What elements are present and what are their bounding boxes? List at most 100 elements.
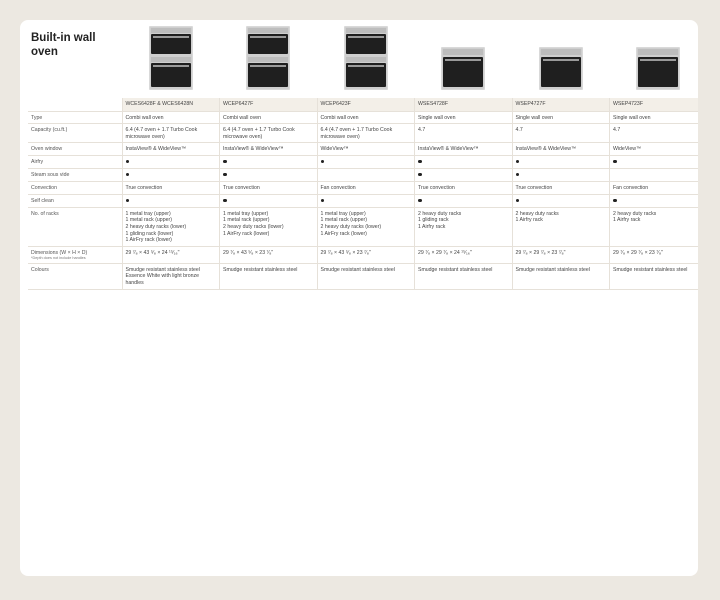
spec-cell xyxy=(511,155,610,169)
combi-oven-image xyxy=(343,26,388,90)
spec-cell xyxy=(121,155,220,169)
spec-cell: InstaView® & WideView™ xyxy=(414,142,512,156)
feature-dot-icon xyxy=(320,159,324,164)
spec-row: Self clean xyxy=(28,194,698,208)
spec-label: Convection xyxy=(28,181,122,195)
feature-dot-icon xyxy=(418,159,422,164)
spec-value: 6.4 (4.7 oven + 1.7 Turbo Cook xyxy=(125,127,198,134)
spec-label-text: Oven window xyxy=(31,146,63,153)
model-row: WCES6428F & WCES6428N WCEP6427F WCEP6423F W… xyxy=(28,98,698,112)
spec-value: Fan convection xyxy=(613,185,649,192)
spec-label: Self clean xyxy=(28,194,122,208)
spec-cell: 29 ⁷⁄₈ × 29 ⁷⁄₈ × 23 ⁷⁄₈" xyxy=(609,246,698,264)
spec-value: True convection xyxy=(223,185,260,192)
spec-value: 2 heavy duty racks xyxy=(515,210,559,217)
feature-dot-icon xyxy=(125,172,129,177)
feature-dot-icon xyxy=(418,172,422,177)
spec-cell: 1 metal tray (upper) 1 metal rack (upper)… xyxy=(121,207,220,247)
spec-value: Smudge resistant stainless steel xyxy=(125,266,200,273)
spec-cell: WideView™ xyxy=(316,142,415,156)
spec-cell xyxy=(609,155,698,169)
spec-value: 1 metal rack (upper) xyxy=(223,217,270,224)
spec-value: 1 Airfry rack xyxy=(515,217,543,224)
feature-dot-icon xyxy=(223,198,227,203)
spec-value: 1 AirFry rack (lower) xyxy=(125,237,172,244)
spec-value: 29 ⁷⁄₈ × 29 ⁷⁄₈ × 23 ⁷⁄₈" xyxy=(515,249,566,256)
spec-cell xyxy=(219,155,317,169)
spec-value: 2 heavy duty racks (lower) xyxy=(223,223,284,230)
feature-dot-icon xyxy=(223,172,227,177)
spec-value: 29 ⁷⁄₈ × 43 ⁵⁄₈ × 24 ¹⁵⁄₁₆" xyxy=(125,249,180,256)
spec-value: 1 metal tray (upper) xyxy=(320,210,366,217)
spec-cell: 4.7 xyxy=(609,123,698,144)
spec-value: 1 Airfry rack xyxy=(613,217,641,224)
spec-value: Combi wall oven xyxy=(223,114,262,121)
spec-cell: True convection xyxy=(511,181,610,195)
model-name: WSEP4727F xyxy=(511,98,610,112)
spec-cell xyxy=(316,168,415,183)
single-oven-image xyxy=(441,47,486,90)
spec-value: Combi wall oven xyxy=(125,114,164,121)
spec-value: Smudge resistant stainless steel xyxy=(223,266,298,273)
spec-value: InstaView® & WideView™ xyxy=(418,146,479,153)
spec-value: 1 Airfry rack xyxy=(418,223,446,230)
spec-label: Colours xyxy=(28,263,122,290)
spec-cell: Smudge resistant stainless steel xyxy=(219,263,317,290)
spec-cell: 4.7 xyxy=(414,123,512,144)
feature-dot-icon xyxy=(515,172,519,177)
spec-value: WideView™ xyxy=(320,146,349,153)
feature-dot-icon xyxy=(418,198,422,203)
spec-label-text: No. of racks xyxy=(31,210,59,217)
spec-value: 4.7 xyxy=(515,127,523,134)
spec-cell xyxy=(219,168,317,183)
spec-row: Dimensions (W × H × D) *Depth does not in… xyxy=(28,246,698,264)
spec-label: No. of racks xyxy=(28,207,122,247)
spec-value: InstaView® & WideView™ xyxy=(125,146,187,153)
spec-cell: Smudge resistant stainless steel xyxy=(316,263,415,290)
model-name: WSEP4723F xyxy=(609,98,698,112)
model-row-label xyxy=(28,98,122,112)
spec-value: 4.7 xyxy=(418,127,426,134)
spec-label-text: Type xyxy=(31,114,43,121)
spec-label: Capacity (cu.ft.) xyxy=(28,123,122,144)
feature-dot-icon xyxy=(613,198,617,203)
spec-label: Oven window xyxy=(28,142,122,156)
feature-dot-icon xyxy=(223,159,227,164)
spec-cell xyxy=(609,194,698,208)
spec-cell: Combi wall oven xyxy=(219,111,317,125)
spec-value: 4.7 xyxy=(613,127,621,134)
spec-value: 2 heavy duty racks xyxy=(418,210,462,217)
spec-value: Smudge resistant stainless steel xyxy=(613,266,688,273)
feature-dot-icon xyxy=(320,198,324,203)
spec-cell: Smudge resistant stainless steel xyxy=(609,263,698,290)
spec-value: 2 heavy duty racks (lower) xyxy=(320,223,382,230)
spec-row: No. of racks 1 metal tray (upper) 1 metal … xyxy=(28,207,698,247)
spec-cell xyxy=(414,168,512,183)
spec-cell: Smudge resistant stainless steel xyxy=(511,263,610,290)
spec-cell: Combi wall oven xyxy=(121,111,220,125)
spec-cell: InstaView® & WideView™ xyxy=(219,142,317,156)
spec-value: InstaView® & WideView™ xyxy=(515,146,577,153)
feature-dot-icon xyxy=(125,198,129,203)
spec-value: Combi wall oven xyxy=(320,114,359,121)
spec-value: Essence White with light bronze xyxy=(125,273,200,280)
spec-cell xyxy=(316,155,415,169)
spec-cell xyxy=(316,194,415,208)
spec-cell: 6.4 (4.7 oven + 1.7 Turbo Cook microwave … xyxy=(121,123,220,144)
spec-value: 29 ⁷⁄₈ × 29 ⁷⁄₈ × 24 ¹⁵⁄₁₆" xyxy=(418,249,472,256)
spec-value: 1 AirFry rack (lower) xyxy=(320,230,367,237)
spec-cell: 6.4 (4.7 oven + 1.7 Turbo Cook microwave … xyxy=(219,123,317,144)
spec-value: 29 ⁷⁄₈ × 43 ⁵⁄₈ × 23 ⁷⁄₈" xyxy=(223,249,274,256)
spec-row: Convection True convection True convection… xyxy=(28,181,698,195)
spec-cell: Single wall oven xyxy=(511,111,610,125)
model-name: WSES4728F xyxy=(414,98,512,112)
spec-value: Single wall oven xyxy=(613,114,651,121)
spec-cell: 2 heavy duty racks 1 Airfry rack xyxy=(511,207,610,247)
spec-cell: 1 metal tray (upper) 1 metal rack (upper)… xyxy=(316,207,415,247)
spec-cell: Single wall oven xyxy=(414,111,512,125)
spec-cell: 29 ⁷⁄₈ × 43 ⁵⁄₈ × 24 ¹⁵⁄₁₆" xyxy=(121,246,220,264)
spec-cell: 29 ⁷⁄₈ × 43 ⁵⁄₈ × 23 ⁷⁄₈" xyxy=(219,246,317,264)
spec-note: *Depth does not include handles xyxy=(31,256,86,261)
model-name: WCEP6427F xyxy=(219,98,317,112)
spec-value: 1 AirFry rack (lower) xyxy=(223,230,270,237)
